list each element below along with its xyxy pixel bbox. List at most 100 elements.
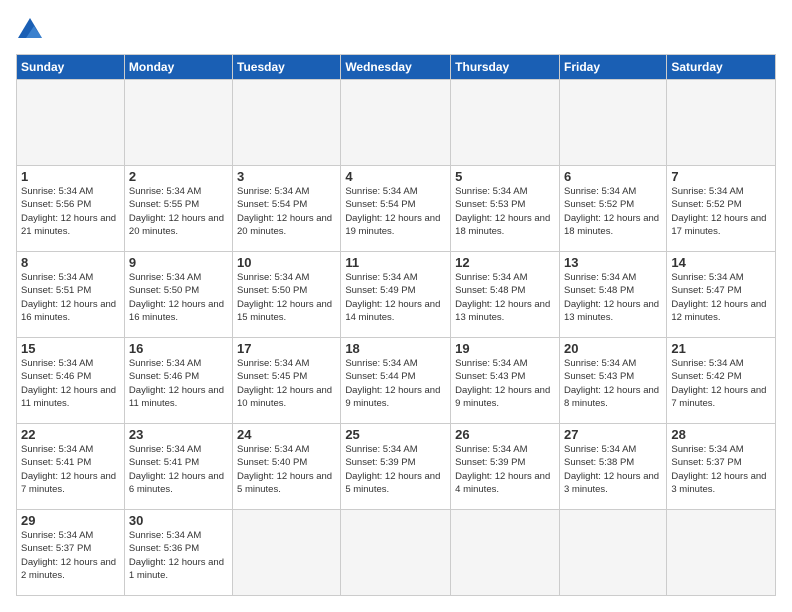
sunrise-label: Sunrise: 5:34 AM xyxy=(564,272,636,283)
day-number: 11 xyxy=(345,255,446,270)
sunset-label: Sunset: 5:40 PM xyxy=(237,457,307,468)
daylight-label: Daylight: 12 hours and 21 minutes. xyxy=(21,213,116,237)
day-info: Sunrise: 5:34 AM Sunset: 5:52 PM Dayligh… xyxy=(564,185,662,238)
calendar-cell: 7 Sunrise: 5:34 AM Sunset: 5:52 PM Dayli… xyxy=(667,166,776,252)
calendar-cell xyxy=(451,510,560,596)
daylight-label: Daylight: 12 hours and 14 minutes. xyxy=(345,299,440,323)
sunset-label: Sunset: 5:36 PM xyxy=(129,543,199,554)
calendar-cell xyxy=(17,80,125,166)
sunrise-label: Sunrise: 5:34 AM xyxy=(237,358,309,369)
daylight-label: Daylight: 12 hours and 16 minutes. xyxy=(129,299,224,323)
day-info: Sunrise: 5:34 AM Sunset: 5:51 PM Dayligh… xyxy=(21,271,120,324)
sunrise-label: Sunrise: 5:34 AM xyxy=(129,530,201,541)
day-info: Sunrise: 5:34 AM Sunset: 5:54 PM Dayligh… xyxy=(237,185,336,238)
calendar: SundayMondayTuesdayWednesdayThursdayFrid… xyxy=(16,54,776,596)
calendar-cell: 12 Sunrise: 5:34 AM Sunset: 5:48 PM Dayl… xyxy=(451,252,560,338)
sunset-label: Sunset: 5:45 PM xyxy=(237,371,307,382)
sunset-label: Sunset: 5:47 PM xyxy=(671,285,741,296)
daylight-label: Daylight: 12 hours and 20 minutes. xyxy=(237,213,332,237)
daylight-label: Daylight: 12 hours and 16 minutes. xyxy=(21,299,116,323)
sunrise-label: Sunrise: 5:34 AM xyxy=(21,444,93,455)
sunset-label: Sunset: 5:43 PM xyxy=(455,371,525,382)
calendar-cell xyxy=(341,80,451,166)
daylight-label: Daylight: 12 hours and 6 minutes. xyxy=(129,471,224,495)
day-info: Sunrise: 5:34 AM Sunset: 5:40 PM Dayligh… xyxy=(237,443,336,496)
sunset-label: Sunset: 5:39 PM xyxy=(345,457,415,468)
calendar-cell: 23 Sunrise: 5:34 AM Sunset: 5:41 PM Dayl… xyxy=(124,424,232,510)
calendar-week-3: 15 Sunrise: 5:34 AM Sunset: 5:46 PM Dayl… xyxy=(17,338,776,424)
day-number: 25 xyxy=(345,427,446,442)
day-info: Sunrise: 5:34 AM Sunset: 5:50 PM Dayligh… xyxy=(129,271,228,324)
sunset-label: Sunset: 5:51 PM xyxy=(21,285,91,296)
daylight-label: Daylight: 12 hours and 10 minutes. xyxy=(237,385,332,409)
weekday-header-row: SundayMondayTuesdayWednesdayThursdayFrid… xyxy=(17,55,776,80)
day-info: Sunrise: 5:34 AM Sunset: 5:55 PM Dayligh… xyxy=(129,185,228,238)
calendar-cell: 21 Sunrise: 5:34 AM Sunset: 5:42 PM Dayl… xyxy=(667,338,776,424)
sunrise-label: Sunrise: 5:34 AM xyxy=(564,186,636,197)
day-info: Sunrise: 5:34 AM Sunset: 5:54 PM Dayligh… xyxy=(345,185,446,238)
daylight-label: Daylight: 12 hours and 19 minutes. xyxy=(345,213,440,237)
sunset-label: Sunset: 5:41 PM xyxy=(21,457,91,468)
sunset-label: Sunset: 5:50 PM xyxy=(129,285,199,296)
day-info: Sunrise: 5:34 AM Sunset: 5:47 PM Dayligh… xyxy=(671,271,771,324)
calendar-cell: 16 Sunrise: 5:34 AM Sunset: 5:46 PM Dayl… xyxy=(124,338,232,424)
sunset-label: Sunset: 5:54 PM xyxy=(237,199,307,210)
calendar-week-5: 29 Sunrise: 5:34 AM Sunset: 5:37 PM Dayl… xyxy=(17,510,776,596)
calendar-cell: 5 Sunrise: 5:34 AM Sunset: 5:53 PM Dayli… xyxy=(451,166,560,252)
weekday-header-thursday: Thursday xyxy=(451,55,560,80)
weekday-header-friday: Friday xyxy=(559,55,666,80)
sunset-label: Sunset: 5:50 PM xyxy=(237,285,307,296)
day-number: 6 xyxy=(564,169,662,184)
calendar-cell: 6 Sunrise: 5:34 AM Sunset: 5:52 PM Dayli… xyxy=(559,166,666,252)
daylight-label: Daylight: 12 hours and 8 minutes. xyxy=(564,385,659,409)
day-info: Sunrise: 5:34 AM Sunset: 5:41 PM Dayligh… xyxy=(129,443,228,496)
sunset-label: Sunset: 5:52 PM xyxy=(671,199,741,210)
sunset-label: Sunset: 5:46 PM xyxy=(129,371,199,382)
weekday-header-saturday: Saturday xyxy=(667,55,776,80)
daylight-label: Daylight: 12 hours and 20 minutes. xyxy=(129,213,224,237)
calendar-cell: 26 Sunrise: 5:34 AM Sunset: 5:39 PM Dayl… xyxy=(451,424,560,510)
sunset-label: Sunset: 5:56 PM xyxy=(21,199,91,210)
day-info: Sunrise: 5:34 AM Sunset: 5:44 PM Dayligh… xyxy=(345,357,446,410)
day-number: 14 xyxy=(671,255,771,270)
calendar-cell: 29 Sunrise: 5:34 AM Sunset: 5:37 PM Dayl… xyxy=(17,510,125,596)
sunset-label: Sunset: 5:44 PM xyxy=(345,371,415,382)
day-number: 24 xyxy=(237,427,336,442)
day-info: Sunrise: 5:34 AM Sunset: 5:52 PM Dayligh… xyxy=(671,185,771,238)
sunrise-label: Sunrise: 5:34 AM xyxy=(671,186,743,197)
sunrise-label: Sunrise: 5:34 AM xyxy=(21,272,93,283)
day-number: 15 xyxy=(21,341,120,356)
day-info: Sunrise: 5:34 AM Sunset: 5:48 PM Dayligh… xyxy=(455,271,555,324)
day-info: Sunrise: 5:34 AM Sunset: 5:53 PM Dayligh… xyxy=(455,185,555,238)
sunset-label: Sunset: 5:41 PM xyxy=(129,457,199,468)
day-number: 4 xyxy=(345,169,446,184)
weekday-header-tuesday: Tuesday xyxy=(233,55,341,80)
sunrise-label: Sunrise: 5:34 AM xyxy=(237,272,309,283)
calendar-cell: 1 Sunrise: 5:34 AM Sunset: 5:56 PM Dayli… xyxy=(17,166,125,252)
calendar-cell: 2 Sunrise: 5:34 AM Sunset: 5:55 PM Dayli… xyxy=(124,166,232,252)
day-info: Sunrise: 5:34 AM Sunset: 5:37 PM Dayligh… xyxy=(21,529,120,582)
day-number: 7 xyxy=(671,169,771,184)
sunrise-label: Sunrise: 5:34 AM xyxy=(455,272,527,283)
calendar-cell xyxy=(667,510,776,596)
day-info: Sunrise: 5:34 AM Sunset: 5:56 PM Dayligh… xyxy=(21,185,120,238)
day-number: 26 xyxy=(455,427,555,442)
sunrise-label: Sunrise: 5:34 AM xyxy=(345,358,417,369)
sunset-label: Sunset: 5:46 PM xyxy=(21,371,91,382)
sunrise-label: Sunrise: 5:34 AM xyxy=(129,358,201,369)
weekday-header-sunday: Sunday xyxy=(17,55,125,80)
calendar-cell: 27 Sunrise: 5:34 AM Sunset: 5:38 PM Dayl… xyxy=(559,424,666,510)
day-number: 23 xyxy=(129,427,228,442)
daylight-label: Daylight: 12 hours and 7 minutes. xyxy=(21,471,116,495)
calendar-cell: 28 Sunrise: 5:34 AM Sunset: 5:37 PM Dayl… xyxy=(667,424,776,510)
day-number: 12 xyxy=(455,255,555,270)
day-info: Sunrise: 5:34 AM Sunset: 5:39 PM Dayligh… xyxy=(345,443,446,496)
calendar-cell: 3 Sunrise: 5:34 AM Sunset: 5:54 PM Dayli… xyxy=(233,166,341,252)
day-number: 19 xyxy=(455,341,555,356)
sunset-label: Sunset: 5:43 PM xyxy=(564,371,634,382)
calendar-cell: 19 Sunrise: 5:34 AM Sunset: 5:43 PM Dayl… xyxy=(451,338,560,424)
day-info: Sunrise: 5:34 AM Sunset: 5:42 PM Dayligh… xyxy=(671,357,771,410)
daylight-label: Daylight: 12 hours and 3 minutes. xyxy=(671,471,766,495)
day-info: Sunrise: 5:34 AM Sunset: 5:50 PM Dayligh… xyxy=(237,271,336,324)
day-number: 13 xyxy=(564,255,662,270)
